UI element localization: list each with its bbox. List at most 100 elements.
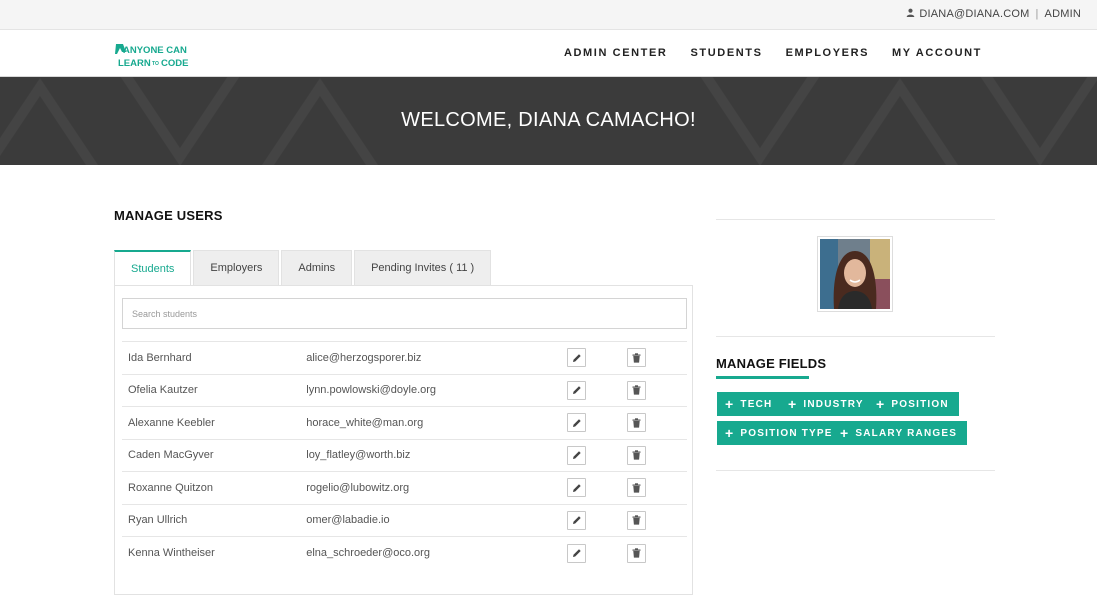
edit-button[interactable] bbox=[567, 543, 587, 563]
table-row: Ofelia Kautzer lynn.powlowski@doyle.org bbox=[122, 374, 687, 407]
table-row: Roxanne Quitzon rogelio@lubowitz.org bbox=[122, 471, 687, 505]
divider bbox=[716, 219, 995, 220]
delete-cell bbox=[627, 439, 687, 472]
delete-button[interactable] bbox=[627, 348, 647, 368]
pencil-icon bbox=[572, 548, 582, 558]
nav-admin-center[interactable]: ADMIN CENTER bbox=[564, 47, 668, 59]
student-name: Ida Bernhard bbox=[128, 351, 192, 364]
pencil-icon bbox=[572, 483, 582, 493]
student-name: Kenna Wintheiser bbox=[128, 547, 215, 559]
trash-icon bbox=[632, 483, 641, 493]
divider bbox=[716, 470, 995, 471]
add-salary-ranges-button[interactable]: + SALARY RANGES bbox=[832, 421, 968, 445]
pencil-icon bbox=[572, 353, 582, 363]
user-info: DIANA@DIANA.COM | ADMIN bbox=[906, 8, 1081, 20]
add-position-type-button[interactable]: + POSITION TYPE bbox=[717, 421, 843, 445]
pencil-icon bbox=[572, 450, 582, 460]
delete-button[interactable] bbox=[627, 413, 647, 433]
plus-icon: + bbox=[876, 396, 886, 412]
add-position-button[interactable]: + POSITION bbox=[868, 392, 959, 416]
site-logo[interactable]: ANYONE CAN LEARN TO CODE bbox=[114, 42, 206, 70]
title-underline bbox=[716, 376, 809, 379]
edit-cell bbox=[567, 407, 627, 440]
student-email: lynn.powlowski@doyle.org bbox=[306, 384, 437, 397]
edit-button[interactable] bbox=[567, 510, 587, 530]
button-label: INDUSTRY bbox=[803, 398, 864, 410]
delete-cell bbox=[627, 342, 687, 375]
trash-icon bbox=[632, 353, 641, 363]
tab-admins[interactable]: Admins bbox=[281, 250, 353, 285]
tab-employers[interactable]: Employers bbox=[193, 250, 280, 285]
table-row: Caden MacGyver loy_flatley@worth.biz bbox=[122, 439, 687, 472]
top-utility-bar: DIANA@DIANA.COM | ADMIN bbox=[0, 0, 1097, 30]
users-panel: Ida Bernhard alice@herzogsporer.biz Ofelia… bbox=[114, 285, 693, 595]
button-label: TECH bbox=[740, 398, 773, 410]
svg-text:LEARN: LEARN bbox=[118, 58, 151, 69]
nav-employers[interactable]: EMPLOYERS bbox=[786, 47, 869, 59]
delete-cell bbox=[627, 472, 687, 505]
edit-cell bbox=[567, 472, 627, 505]
hero-banner: WELCOME, DIANA CAMACHO! bbox=[0, 77, 1097, 165]
student-email: horace_white@man.org bbox=[306, 416, 424, 429]
manage-users-title: MANAGE USERS bbox=[114, 208, 223, 223]
table-row: Alexanne Keebler horace_white@man.org bbox=[122, 406, 687, 440]
student-name: Caden MacGyver bbox=[128, 449, 214, 462]
table-row: Ryan Ullrich omer@labadie.io bbox=[122, 504, 687, 537]
search-students-input[interactable] bbox=[122, 298, 687, 329]
pencil-icon bbox=[572, 418, 582, 428]
edit-button[interactable] bbox=[567, 348, 587, 368]
student-name: Ryan Ullrich bbox=[128, 514, 188, 527]
delete-button[interactable] bbox=[627, 380, 647, 400]
edit-cell bbox=[567, 537, 627, 570]
plus-icon: + bbox=[788, 396, 798, 412]
student-email: elna_schroeder@oco.org bbox=[306, 547, 430, 559]
admin-link[interactable]: ADMIN bbox=[1045, 8, 1081, 20]
nav-students[interactable]: STUDENTS bbox=[690, 47, 762, 59]
edit-button[interactable] bbox=[567, 413, 587, 433]
pencil-icon bbox=[572, 385, 582, 395]
trash-icon bbox=[632, 515, 641, 525]
trash-icon bbox=[632, 450, 641, 460]
edit-cell bbox=[567, 439, 627, 472]
tab-students[interactable]: Students bbox=[114, 250, 192, 285]
delete-button[interactable] bbox=[627, 478, 647, 498]
edit-cell bbox=[567, 342, 627, 375]
edit-button[interactable] bbox=[567, 380, 587, 400]
delete-button[interactable] bbox=[627, 543, 647, 563]
student-email: rogelio@lubowitz.org bbox=[306, 481, 410, 494]
tab-pending-invites[interactable]: Pending Invites ( 11 ) bbox=[354, 250, 492, 285]
svg-text:TO: TO bbox=[152, 61, 159, 67]
svg-text:ANYONE CAN: ANYONE CAN bbox=[123, 45, 187, 56]
edit-cell bbox=[567, 504, 627, 537]
divider bbox=[716, 336, 995, 337]
add-industry-button[interactable]: + INDUSTRY bbox=[780, 392, 874, 416]
delete-cell bbox=[627, 407, 687, 440]
user-email-link[interactable]: DIANA@DIANA.COM bbox=[919, 8, 1029, 20]
delete-button[interactable] bbox=[627, 445, 647, 465]
delete-cell bbox=[627, 504, 687, 537]
plus-icon: + bbox=[725, 396, 735, 412]
delete-button[interactable] bbox=[627, 510, 647, 530]
trash-icon bbox=[632, 418, 641, 428]
student-email: loy_flatley@worth.biz bbox=[306, 449, 411, 462]
student-name: Alexanne Keebler bbox=[128, 416, 215, 429]
user-icon bbox=[906, 8, 915, 20]
manage-fields-title: MANAGE FIELDS bbox=[716, 356, 827, 371]
table-row: Ida Bernhard alice@herzogsporer.biz bbox=[122, 341, 687, 375]
button-label: POSITION TYPE bbox=[740, 427, 833, 439]
edit-button[interactable] bbox=[567, 445, 587, 465]
student-email: alice@herzogsporer.biz bbox=[306, 351, 422, 364]
edit-cell bbox=[567, 374, 627, 407]
welcome-heading: WELCOME, DIANA CAMACHO! bbox=[401, 109, 696, 131]
button-label: POSITION bbox=[891, 398, 949, 410]
svg-text:CODE: CODE bbox=[161, 58, 188, 69]
table-row: Kenna Wintheiser elna_schroeder@oco.org bbox=[122, 536, 687, 570]
student-name: Roxanne Quitzon bbox=[128, 481, 213, 494]
edit-button[interactable] bbox=[567, 478, 587, 498]
nav-my-account[interactable]: MY ACCOUNT bbox=[892, 47, 982, 59]
student-name: Ofelia Kautzer bbox=[128, 384, 198, 397]
student-email: omer@labadie.io bbox=[306, 514, 390, 527]
main-navigation: ANYONE CAN LEARN TO CODE ADMIN CENTER ST… bbox=[0, 30, 1097, 77]
user-tabs: Students Employers Admins Pending Invite… bbox=[114, 250, 492, 285]
add-tech-button[interactable]: + TECH bbox=[717, 392, 783, 416]
